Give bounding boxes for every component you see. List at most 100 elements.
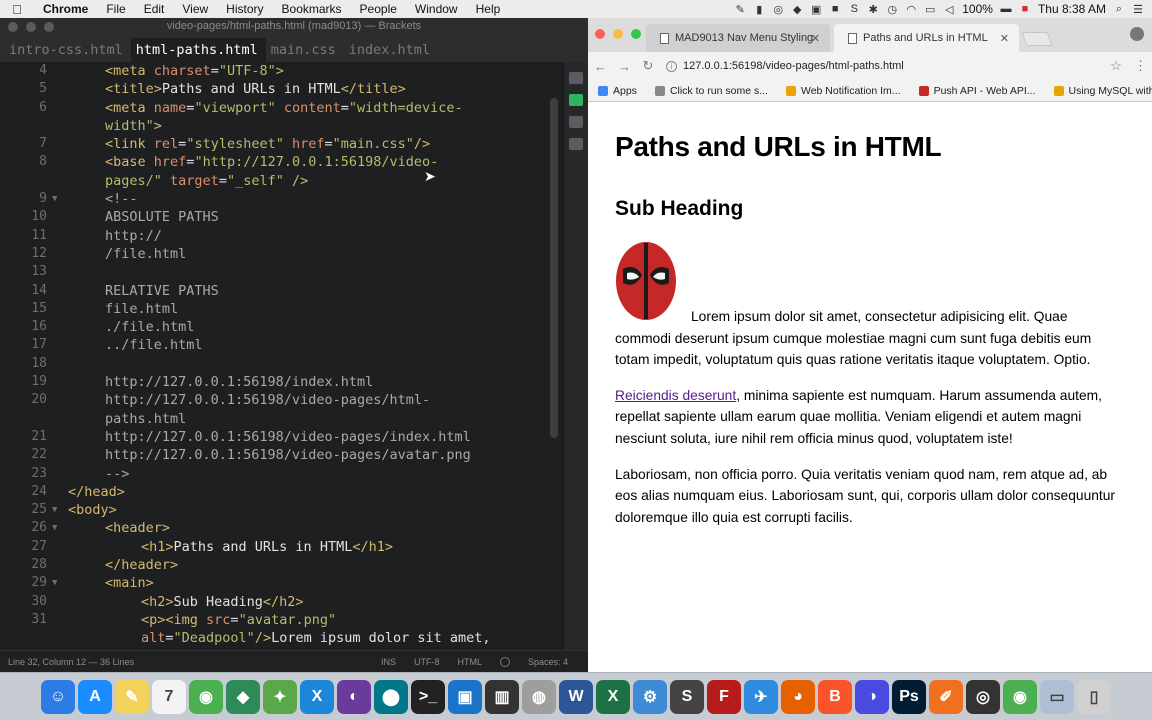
menu-file[interactable]: File <box>97 0 134 18</box>
battery-percent[interactable]: 100% <box>962 2 993 16</box>
insert-mode-toggle[interactable]: INS <box>381 657 396 667</box>
battery-icon[interactable]: ▬ <box>1000 3 1012 15</box>
dock-app-icon[interactable]: ⬤ <box>374 679 408 714</box>
dropbox-icon[interactable]: ◆ <box>791 3 803 16</box>
dock-app-icon[interactable]: Ps <box>892 679 926 714</box>
dock-app-icon[interactable]: ⚙ <box>633 679 667 714</box>
new-tab-button[interactable] <box>1021 32 1053 46</box>
bluetooth-icon[interactable]: ✱ <box>867 3 879 16</box>
menu-people[interactable]: People <box>351 0 406 18</box>
close-tab-icon[interactable]: ✕ <box>811 32 820 45</box>
dock-app-icon[interactable]: ◆ <box>226 679 260 714</box>
indent-setting[interactable]: Spaces: 4 <box>528 657 568 667</box>
dock-app-icon[interactable]: ◐ <box>337 679 371 714</box>
fold-toggle-icon[interactable]: ▼ <box>52 519 57 537</box>
dock-app-icon[interactable]: X <box>596 679 630 714</box>
menu-history[interactable]: History <box>217 0 272 18</box>
editor-tab-main-css[interactable]: main.css <box>266 42 344 62</box>
dock-app-icon[interactable]: ✦ <box>263 679 297 714</box>
encoding-select[interactable]: UTF-8 <box>414 657 440 667</box>
dock-app-icon[interactable]: A <box>78 679 112 714</box>
screen-record-icon[interactable]: ▣ <box>810 3 822 16</box>
dock-app-icon[interactable]: ◑ <box>855 679 889 714</box>
code-editor[interactable]: 4 <meta charset="UTF-8"> 5 <title>Paths and… <box>0 62 560 658</box>
menu-help[interactable]: Help <box>467 0 510 18</box>
dock-app-icon[interactable]: ✈ <box>744 679 778 714</box>
volume-icon[interactable]: ◁ <box>943 3 955 16</box>
clock[interactable]: Thu 8:38 AM <box>1038 2 1106 16</box>
linter-icon[interactable] <box>569 138 583 150</box>
forward-icon[interactable]: → <box>618 59 631 74</box>
bookmark-item[interactable]: Using MySQL with... <box>1053 85 1152 97</box>
menu-bookmarks[interactable]: Bookmarks <box>273 0 351 18</box>
editor-tab-index-html[interactable]: index.html <box>344 42 438 62</box>
reload-icon[interactable]: ↻ <box>642 58 654 74</box>
pen-icon[interactable]: ✎ <box>734 3 746 16</box>
dock-app-icon[interactable]: ✎ <box>115 679 149 714</box>
skype-icon[interactable]: S <box>848 3 860 15</box>
profile-icon[interactable] <box>1130 27 1144 41</box>
dock-app-icon[interactable]: F <box>707 679 741 714</box>
fold-toggle-icon[interactable]: ▼ <box>52 190 57 208</box>
browser-tab-paths[interactable]: Paths and URLs in HTML ✕ <box>834 24 1019 52</box>
dock-app-icon[interactable]: ▯ <box>1077 679 1111 714</box>
menu-window[interactable]: Window <box>406 0 467 18</box>
editor-tab-intro-css-html[interactable]: intro-css.html <box>4 42 131 62</box>
extension-manager-icon[interactable] <box>569 72 583 84</box>
menu-app-name[interactable]: Chrome <box>34 0 97 18</box>
menu-view[interactable]: View <box>173 0 217 18</box>
dock-app-icon[interactable]: ◍ <box>522 679 556 714</box>
bookmark-item[interactable]: Push API - Web API... <box>918 85 1036 97</box>
dock-app-icon[interactable]: ◕ <box>781 679 815 714</box>
minimize-window-button[interactable] <box>613 29 623 39</box>
bookmark-icon[interactable]: ▮ <box>753 3 765 16</box>
bookmark-item[interactable]: Click to run some s... <box>654 85 768 97</box>
time-machine-icon[interactable]: ◷ <box>886 3 898 16</box>
editor-scrollbar[interactable] <box>550 98 558 438</box>
site-info-icon[interactable]: i <box>666 60 677 72</box>
language-select[interactable]: HTML <box>457 657 482 667</box>
chrome-menu-icon[interactable]: ⋮ <box>1134 58 1147 74</box>
fold-toggle-icon[interactable]: ▼ <box>52 574 57 592</box>
stop-icon[interactable]: ■ <box>829 3 841 15</box>
close-window-button[interactable] <box>595 29 605 39</box>
canada-flag-icon[interactable]: ■ <box>1019 3 1031 15</box>
creative-cloud-icon[interactable]: ◎ <box>772 3 784 16</box>
live-preview-icon[interactable] <box>569 94 583 106</box>
dock-app-icon[interactable]: ✐ <box>929 679 963 714</box>
address-bar-url[interactable]: 127.0.0.1:56198/video-pages/html-paths.h… <box>683 60 904 72</box>
code-token: = <box>165 630 174 647</box>
linter-status-icon[interactable] <box>499 656 510 667</box>
editor-tab-html-paths-html[interactable]: html-paths.html <box>130 38 266 62</box>
bookmark-item[interactable]: Apps <box>598 85 637 97</box>
dock-app-icon[interactable]: B <box>818 679 852 714</box>
browser-tab-nav-menu[interactable]: MAD9013 Nav Menu Styling ✕ <box>646 24 830 52</box>
back-icon[interactable]: ← <box>594 59 607 74</box>
dock-app-icon[interactable]: ◉ <box>1003 679 1037 714</box>
dock-app-icon[interactable]: ▭ <box>1040 679 1074 714</box>
dock-app-icon[interactable]: 7 <box>152 679 186 714</box>
wifi-icon[interactable]: ◠ <box>905 3 917 16</box>
dock-app-icon[interactable]: X <box>300 679 334 714</box>
apple-menu-icon[interactable]:  <box>0 2 34 17</box>
dock-app-icon[interactable]: ▥ <box>485 679 519 714</box>
dock-app-icon[interactable]: W <box>559 679 593 714</box>
reiciendis-link[interactable]: Reiciendis deserunt <box>615 388 736 403</box>
address-bar[interactable]: i 127.0.0.1:56198/video-pages/html-paths… <box>666 60 1098 72</box>
bookmark-item[interactable]: Web Notification Im... <box>785 85 901 97</box>
close-tab-icon[interactable]: ✕ <box>1000 32 1009 45</box>
dock-app-icon[interactable]: ▣ <box>448 679 482 714</box>
dock-app-icon[interactable]: >_ <box>411 679 445 714</box>
dock-app-icon[interactable]: S <box>670 679 704 714</box>
notification-center-icon[interactable]: ☰ <box>1132 3 1144 16</box>
fold-toggle-icon[interactable]: ▼ <box>52 501 57 519</box>
extension-icon[interactable] <box>569 116 583 128</box>
menu-edit[interactable]: Edit <box>135 0 174 18</box>
spotlight-icon[interactable]: ⌕ <box>1113 3 1125 16</box>
airplay-icon[interactable]: ▭ <box>924 3 936 16</box>
dock-app-icon[interactable]: ◉ <box>189 679 223 714</box>
bookmark-star-icon[interactable]: ☆ <box>1110 58 1122 74</box>
dock-app-icon[interactable]: ☺ <box>41 679 75 714</box>
zoom-window-button[interactable] <box>631 29 641 39</box>
dock-app-icon[interactable]: ◎ <box>966 679 1000 714</box>
